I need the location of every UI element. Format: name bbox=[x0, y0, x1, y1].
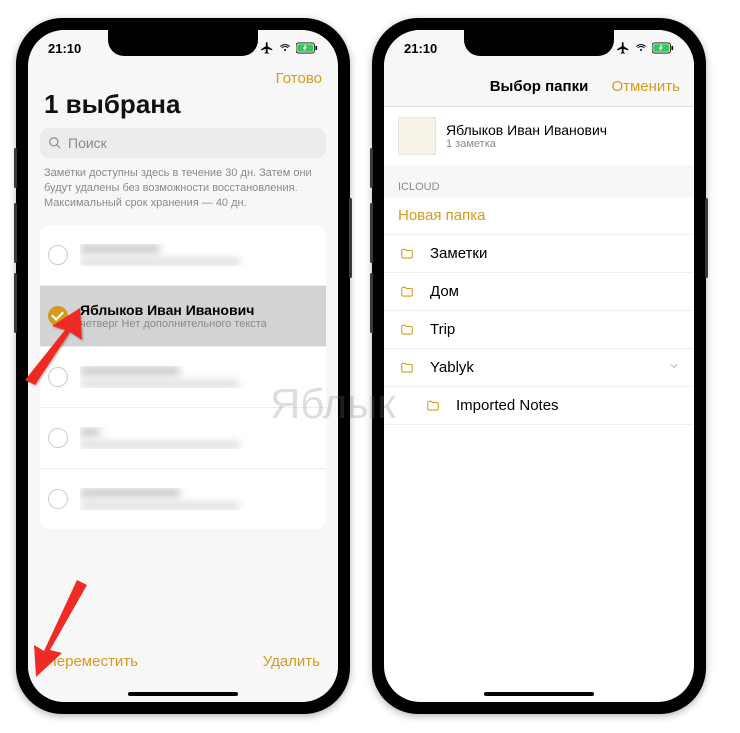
status-time: 21:10 bbox=[404, 41, 437, 56]
wifi-icon bbox=[634, 42, 648, 54]
page-title: 1 выбрана bbox=[28, 87, 338, 128]
notch bbox=[464, 30, 614, 56]
delete-button[interactable]: Удалить bbox=[263, 653, 320, 670]
select-circle[interactable] bbox=[48, 367, 68, 387]
search-placeholder: Поиск bbox=[68, 135, 107, 151]
note-title: Яблыков Иван Иванович bbox=[446, 122, 607, 138]
note-title: Яблыков Иван Иванович bbox=[80, 302, 314, 318]
folder-icon bbox=[398, 323, 418, 337]
screen-left: 21:10 Готово 1 выбрана Поиск Заметки дос… bbox=[28, 30, 338, 702]
home-indicator[interactable] bbox=[128, 692, 238, 696]
new-folder-label: Новая папка bbox=[398, 207, 485, 224]
folder-row[interactable]: Заметки bbox=[384, 235, 694, 273]
list-item[interactable] bbox=[40, 408, 326, 469]
move-button[interactable]: Переместить bbox=[46, 653, 138, 670]
folder-icon bbox=[424, 399, 444, 413]
list-item[interactable] bbox=[40, 469, 326, 529]
folder-label: Yablyk bbox=[430, 359, 474, 376]
folder-list: Новая папка Заметки Дом Trip Yablyk bbox=[384, 197, 694, 425]
section-header: ICLOUD bbox=[384, 165, 694, 197]
chevron-down-icon[interactable] bbox=[668, 359, 680, 376]
folder-icon bbox=[398, 285, 418, 299]
note-count: 1 заметка bbox=[446, 138, 607, 150]
note-subtitle: четверг Нет дополнительного текста bbox=[80, 318, 314, 330]
moving-note-header: Яблыков Иван Иванович 1 заметка bbox=[384, 107, 694, 165]
list-item[interactable] bbox=[40, 225, 326, 286]
info-text: Заметки доступны здесь в течение 30 дн. … bbox=[28, 166, 338, 219]
list-item-selected[interactable]: Яблыков Иван Иванович четверг Нет дополн… bbox=[40, 286, 326, 347]
phone-right-frame: 21:10 Выбор папки Отменить Яблыков Иван … bbox=[372, 18, 706, 714]
done-button[interactable]: Готово bbox=[276, 70, 322, 87]
select-circle-checked[interactable] bbox=[48, 306, 68, 326]
airplane-icon bbox=[260, 41, 274, 55]
folder-row[interactable]: Imported Notes bbox=[384, 387, 694, 425]
search-icon bbox=[48, 136, 62, 150]
battery-icon bbox=[296, 42, 318, 54]
folder-icon bbox=[398, 361, 418, 375]
folder-row[interactable]: Yablyk bbox=[384, 349, 694, 387]
cancel-button[interactable]: Отменить bbox=[611, 78, 680, 95]
folder-label: Заметки bbox=[430, 245, 487, 262]
wifi-icon bbox=[278, 42, 292, 54]
folder-label: Trip bbox=[430, 321, 455, 338]
select-circle[interactable] bbox=[48, 428, 68, 448]
note-thumbnail bbox=[398, 117, 436, 155]
select-circle[interactable] bbox=[48, 489, 68, 509]
screen-right: 21:10 Выбор папки Отменить Яблыков Иван … bbox=[384, 30, 694, 702]
notes-list: Яблыков Иван Иванович четверг Нет дополн… bbox=[40, 225, 326, 529]
search-input[interactable]: Поиск bbox=[40, 128, 326, 158]
select-circle[interactable] bbox=[48, 245, 68, 265]
list-item[interactable] bbox=[40, 347, 326, 408]
battery-icon bbox=[652, 42, 674, 54]
new-folder-button[interactable]: Новая папка bbox=[384, 197, 694, 235]
nav-bar: Выбор папки Отменить bbox=[384, 66, 694, 107]
folder-icon bbox=[398, 247, 418, 261]
home-indicator[interactable] bbox=[484, 692, 594, 696]
folder-label: Дом bbox=[430, 283, 459, 300]
folder-row[interactable]: Trip bbox=[384, 311, 694, 349]
phone-left-frame: 21:10 Готово 1 выбрана Поиск Заметки дос… bbox=[16, 18, 350, 714]
folder-row[interactable]: Дом bbox=[384, 273, 694, 311]
airplane-icon bbox=[616, 41, 630, 55]
status-time: 21:10 bbox=[48, 41, 81, 56]
notch bbox=[108, 30, 258, 56]
folder-label: Imported Notes bbox=[456, 397, 559, 414]
